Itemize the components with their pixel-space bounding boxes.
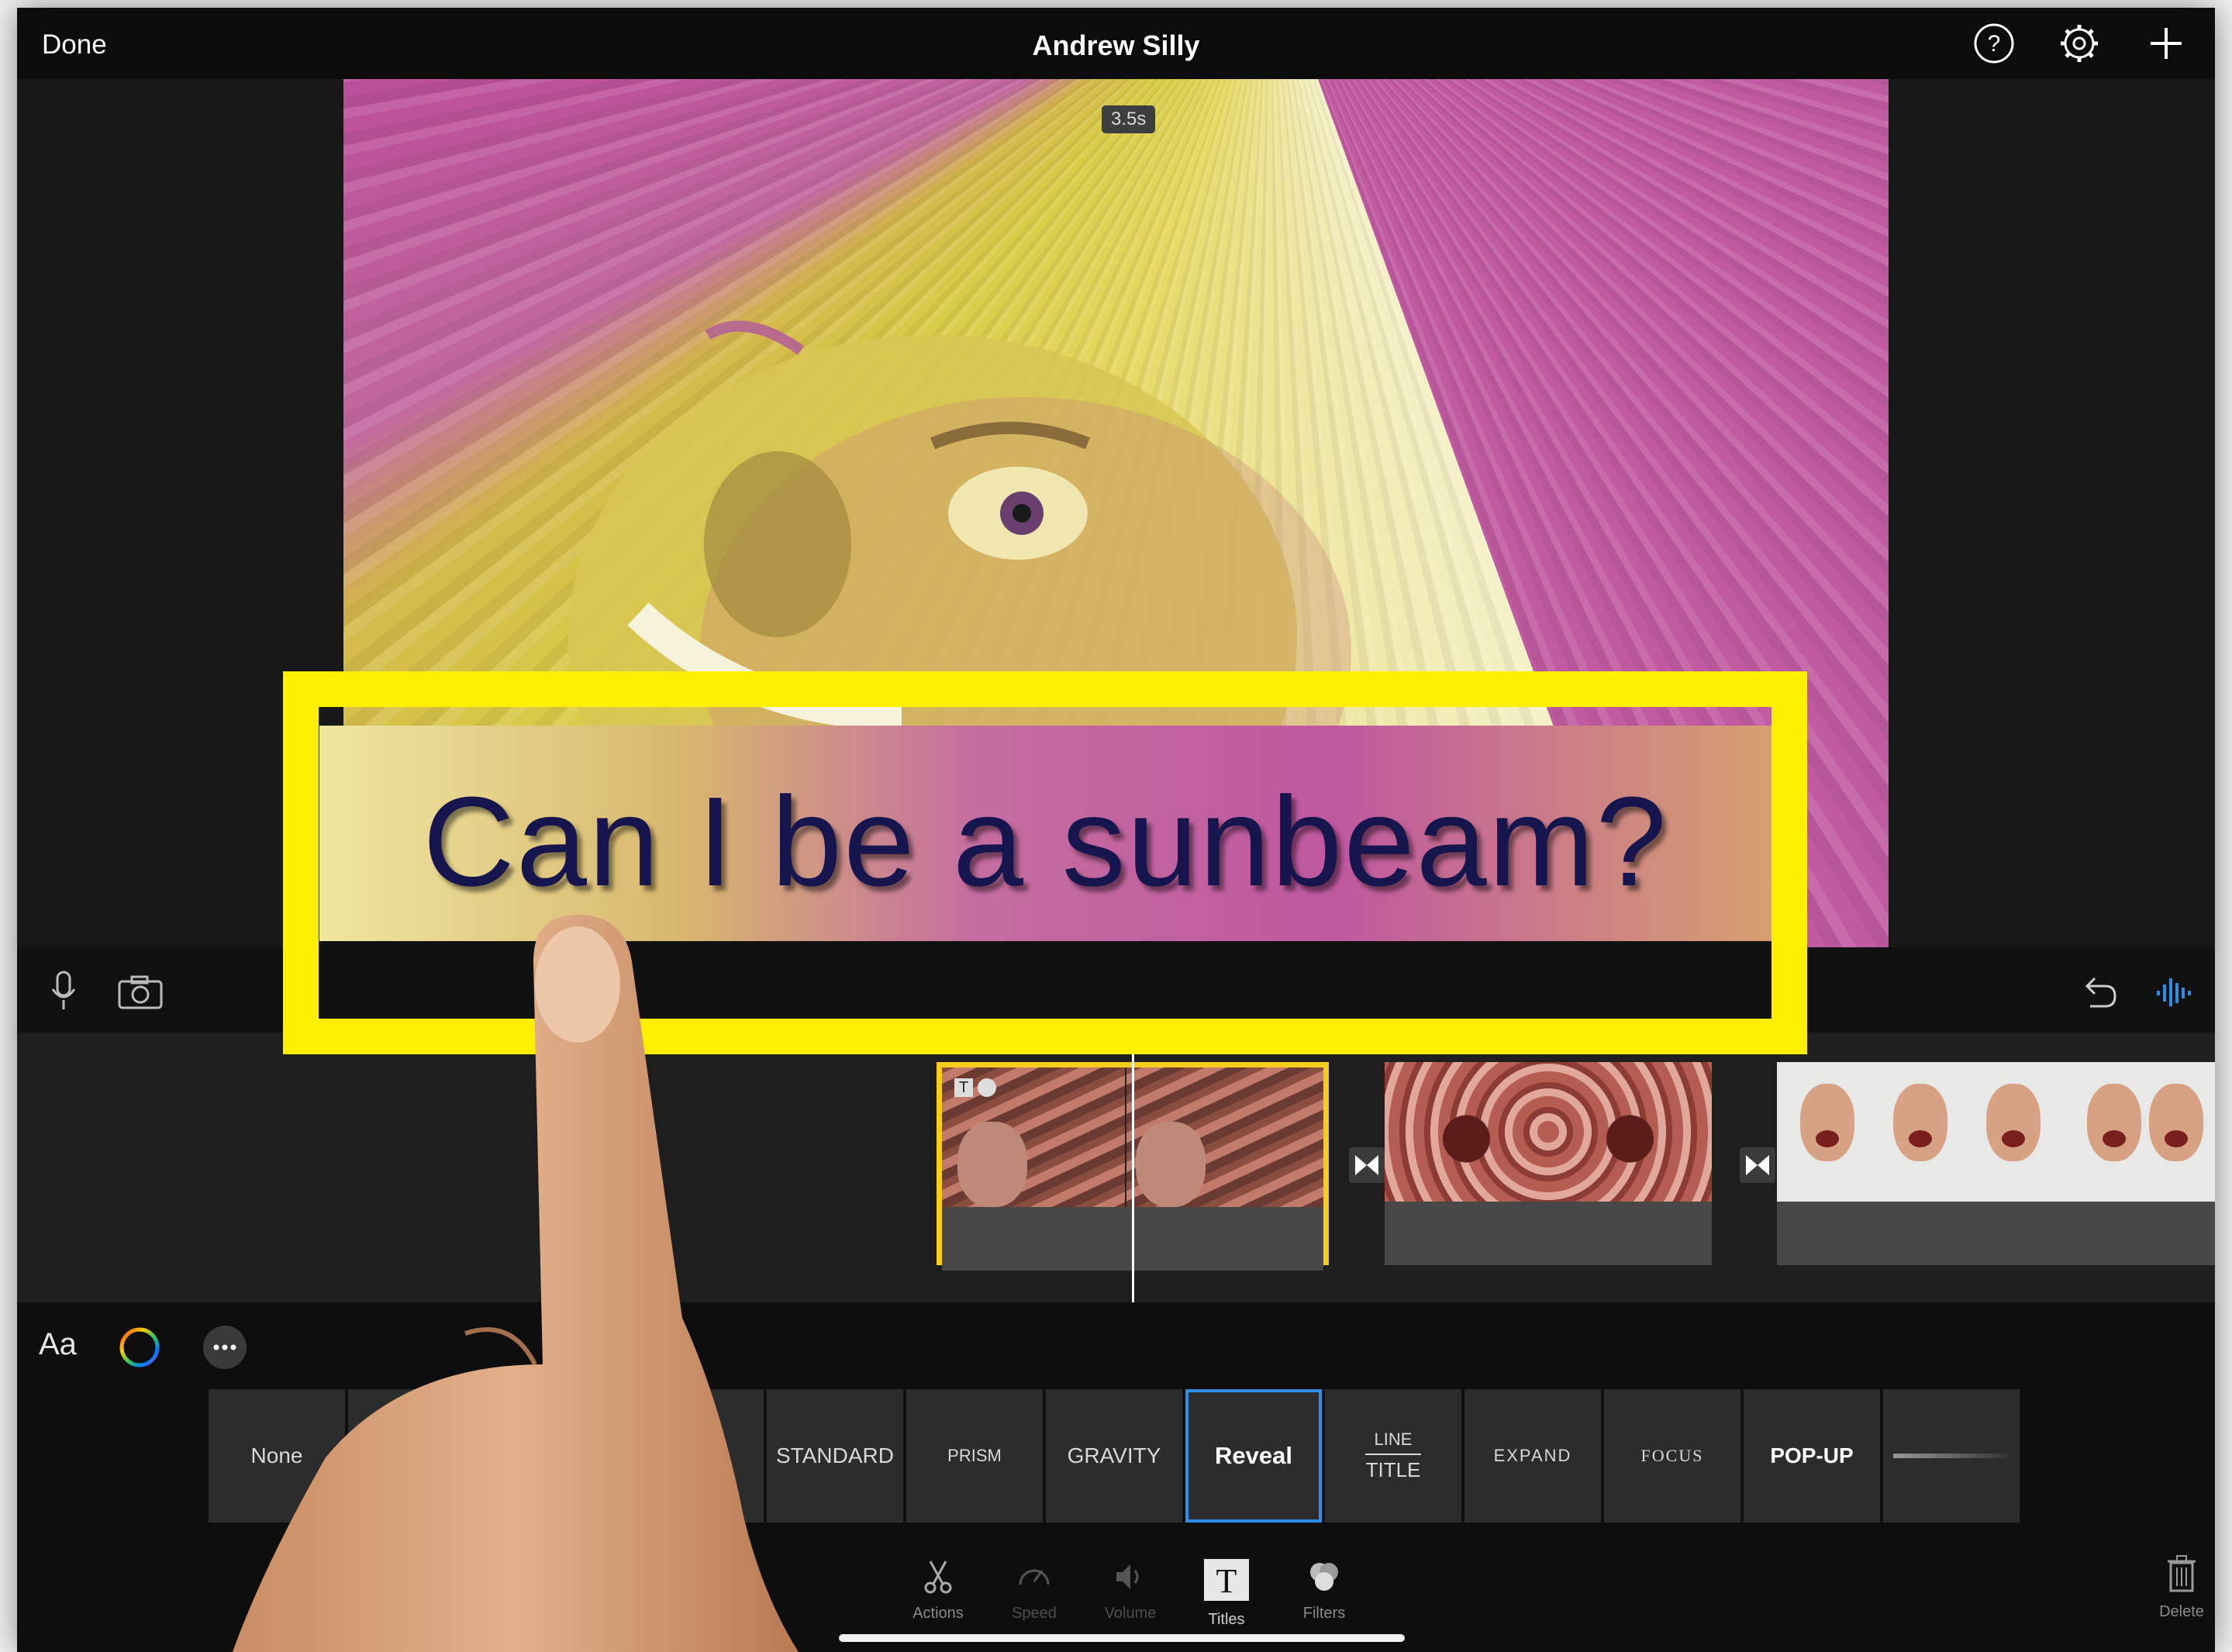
title-style-reveal[interactable]: Reveal: [1185, 1389, 1322, 1523]
audio-waveform-icon[interactable]: [2155, 975, 2194, 1013]
thumb-face: [957, 1122, 1027, 1207]
video-clip[interactable]: [1385, 1062, 1712, 1265]
filters-icon: [1310, 1563, 1338, 1591]
thumb-face: [2149, 1084, 2203, 1161]
title-style-focus[interactable]: FOCUS: [1604, 1389, 1740, 1523]
color-wheel-icon[interactable]: [118, 1326, 161, 1373]
thumb-face: [1986, 1084, 2041, 1161]
camera-icon[interactable]: [118, 975, 163, 1013]
speedometer-icon: [1019, 1569, 1050, 1585]
title-badge-icon: T: [954, 1078, 973, 1097]
transition-icon[interactable]: [1740, 1147, 1775, 1183]
clip-duration-badge: 3.5s: [1102, 105, 1156, 133]
add-plus-icon[interactable]: [2143, 20, 2189, 67]
title-style-standard[interactable]: STANDARD: [767, 1389, 903, 1523]
delete-button[interactable]: Delete: [2151, 1554, 2213, 1621]
top-bar: Done Andrew Silly ?: [17, 8, 2215, 79]
title-style-tile[interactable]: [627, 1389, 764, 1523]
speed-button[interactable]: Speed: [995, 1558, 1073, 1623]
thumb-face: [1136, 1122, 1206, 1207]
project-title: Andrew Silly: [1032, 29, 1200, 61]
transition-icon[interactable]: [1349, 1147, 1385, 1183]
trash-icon: [2168, 1555, 2196, 1592]
actions-button[interactable]: Actions: [899, 1558, 977, 1623]
title-style-line[interactable]: LINE TITLE: [1325, 1389, 1461, 1523]
scissors-icon: [924, 1561, 952, 1594]
help-icon[interactable]: ?: [1971, 20, 2017, 67]
yellow-highlight-frame: [283, 671, 1807, 1054]
thumb-face: [1893, 1084, 1947, 1161]
undo-icon[interactable]: [2079, 975, 2118, 1013]
filters-button[interactable]: Filters: [1285, 1558, 1363, 1623]
titles-t-icon: T: [1204, 1559, 1249, 1601]
title-style-none[interactable]: None: [209, 1389, 345, 1523]
svg-text:?: ?: [1988, 31, 2001, 57]
titles-button[interactable]: T Titles: [1188, 1558, 1265, 1629]
title-style-gravity[interactable]: GRAVITY: [1046, 1389, 1182, 1523]
settings-gear-icon[interactable]: [2056, 20, 2103, 67]
title-style-tile[interactable]: S: [348, 1389, 485, 1523]
clip-thumbnails: [1777, 1062, 2215, 1202]
thumb-face: [2087, 1084, 2141, 1161]
home-indicator[interactable]: [839, 1634, 1405, 1642]
more-options-icon[interactable]: [203, 1326, 247, 1369]
svg-text:T: T: [1216, 1562, 1237, 1600]
speaker-icon: [1116, 1564, 1139, 1589]
font-button[interactable]: Aa: [39, 1327, 77, 1362]
microphone-icon[interactable]: [50, 971, 78, 1016]
title-style-tile[interactable]: [488, 1389, 624, 1523]
video-clip[interactable]: [1777, 1062, 2215, 1265]
volume-button[interactable]: Volume: [1092, 1558, 1169, 1623]
title-style-expand[interactable]: EXPAND: [1464, 1389, 1601, 1523]
title-style-tile[interactable]: [1883, 1389, 2020, 1523]
title-style-pop-up[interactable]: POP-UP: [1744, 1389, 1880, 1523]
title-style-prism[interactable]: PRISM: [906, 1389, 1043, 1523]
clip-thumbnails: [1385, 1062, 1712, 1202]
thumb-face: [1800, 1084, 1854, 1161]
filter-badge-icon: [978, 1078, 996, 1097]
